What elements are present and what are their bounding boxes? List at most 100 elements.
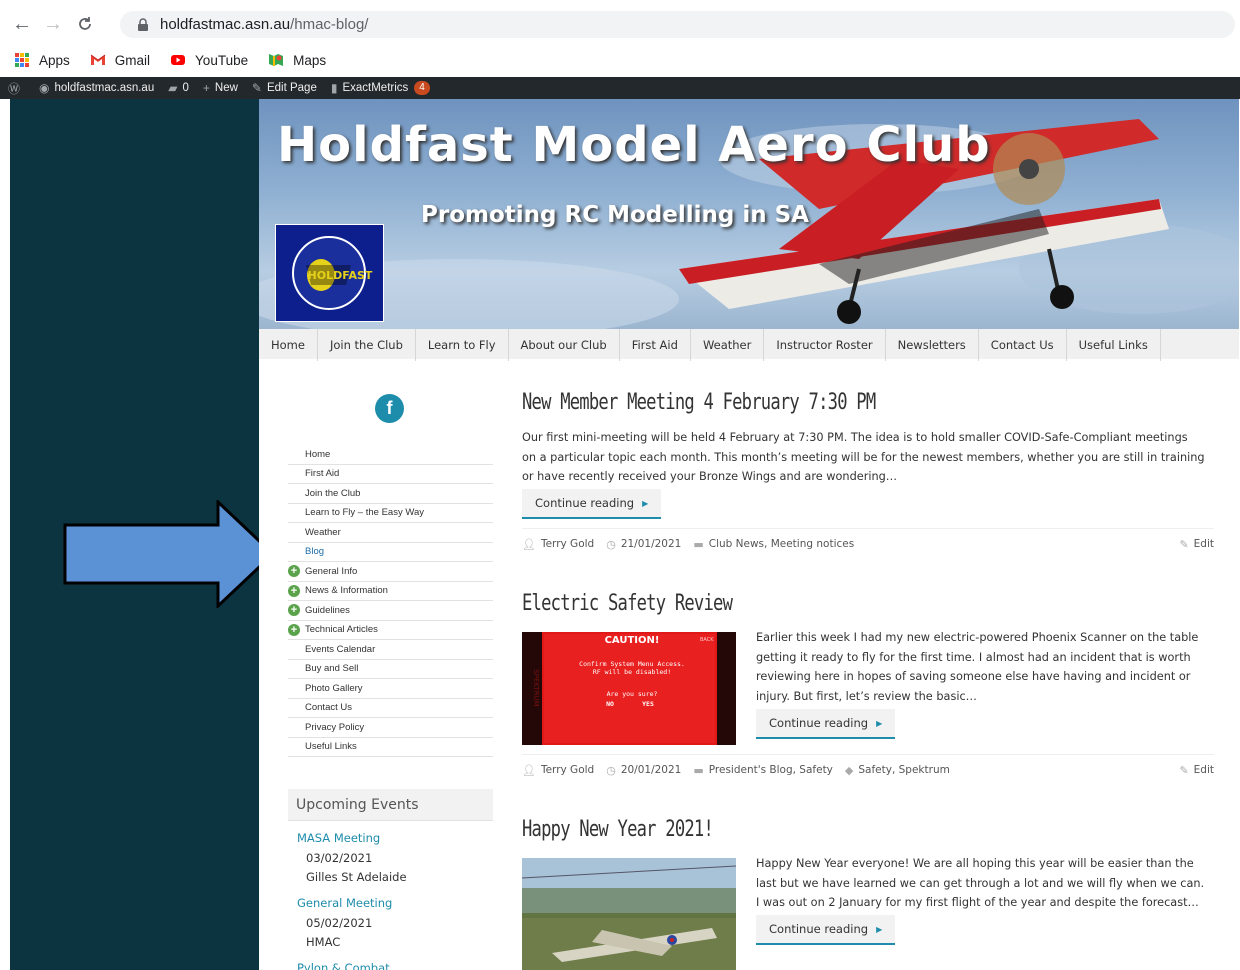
button-label: Continue reading xyxy=(769,922,869,936)
sidebar-item-useful-links[interactable]: Useful Links xyxy=(288,738,493,757)
button-label: Continue reading xyxy=(769,716,869,730)
excerpt-line: on a particular topic each month. This m… xyxy=(522,450,1205,464)
sidebar-item-events-calendar[interactable]: Events Calendar xyxy=(288,640,493,660)
sidebar-item-general-info[interactable]: + General Info xyxy=(288,562,493,582)
folder-icon: ▬ xyxy=(693,763,704,777)
bookmark-label: Apps xyxy=(39,52,70,68)
sidebar-item-label: Photo Gallery xyxy=(305,682,363,694)
gmail-icon xyxy=(90,54,106,65)
nav-item-instructor-roster[interactable]: Instructor Roster xyxy=(764,329,886,361)
back-text: BACK xyxy=(700,637,714,643)
sidebar-item-join-the-club[interactable]: Join the Club xyxy=(288,484,493,504)
post-categories[interactable]: ▬ President's Blog, Safety xyxy=(693,764,833,777)
post-title[interactable]: New Member Meeting 4 February 7:30 PM xyxy=(522,390,876,415)
sidebar-item-news-information[interactable]: + News & Information xyxy=(288,582,493,601)
event-item: Pylon & Combat xyxy=(297,959,390,970)
post-date[interactable]: ◷ 20/01/2021 xyxy=(606,764,681,777)
confirm-text: Confirm System Menu Access. xyxy=(579,660,685,668)
nav-item-weather[interactable]: Weather xyxy=(691,329,765,361)
folder-icon: ▬ xyxy=(693,537,704,551)
sidebar-item-weather[interactable]: Weather xyxy=(288,523,493,543)
sidebar-item-guidelines[interactable]: + Guidelines xyxy=(288,601,493,621)
facebook-icon[interactable]: f xyxy=(375,394,404,423)
author-name: Terry Gold xyxy=(540,764,595,776)
nav-item-useful-links[interactable]: Useful Links xyxy=(1067,329,1161,361)
reload-icon[interactable] xyxy=(71,10,99,38)
site-header: Holdfast Model Aero Club Promoting RC Mo… xyxy=(259,99,1239,330)
pencil-icon: ✎ xyxy=(251,81,262,95)
nav-item-first-aid[interactable]: First Aid xyxy=(620,329,691,361)
admin-comments[interactable]: ▰ 0 xyxy=(168,81,189,95)
site-title[interactable]: Holdfast Model Aero Club xyxy=(277,117,991,173)
bookmark-maps[interactable]: Maps xyxy=(268,52,326,68)
post-meta: 👤︎ Terry Gold ◷ 21/01/2021 ▬ Club News, Mee… xyxy=(522,537,1214,551)
date-text: 21/01/2021 xyxy=(620,538,682,550)
nav-item-newsletters[interactable]: Newsletters xyxy=(886,329,979,361)
post-thumbnail[interactable]: CAUTION! BACK Confirm System Menu Access… xyxy=(522,632,736,745)
continue-reading-button[interactable]: Continue reading ▶ xyxy=(756,915,896,945)
browser-toolbar: ← → holdfastmac.asn.au/hmac-blog/ xyxy=(0,0,1240,48)
wp-admin-bar: Ⓦ ◉ holdfastmac.asn.au ▰ 0 + New ✎ Edit Page… xyxy=(0,77,1240,99)
continue-reading-button[interactable]: Continue reading ▶ xyxy=(522,489,662,519)
sidebar-item-privacy-policy[interactable]: Privacy Policy xyxy=(288,718,493,738)
bookmark-youtube[interactable]: YouTube xyxy=(170,52,248,68)
url-path: /hmac-blog/ xyxy=(290,16,369,33)
sidebar-item-technical-articles[interactable]: + Technical Articles xyxy=(288,621,493,640)
admin-site-link[interactable]: ◉ holdfastmac.asn.au xyxy=(39,81,154,95)
sidebar-item-photo-gallery[interactable]: Photo Gallery xyxy=(288,679,493,699)
sidebar-item-learn-to-fly-the-easy-way[interactable]: Learn to Fly – the Easy Way xyxy=(288,504,493,523)
event-title[interactable]: Pylon & Combat xyxy=(297,959,390,970)
sidebar-item-blog[interactable]: Blog xyxy=(288,543,493,562)
nav-item-home[interactable]: Home xyxy=(259,329,318,361)
clock-icon: ◷ xyxy=(606,763,616,777)
nav-item-contact-us[interactable]: Contact Us xyxy=(979,329,1067,361)
pencil-icon: ✎ xyxy=(1179,763,1189,777)
post-tags[interactable]: ◆ Safety, Spektrum xyxy=(845,764,950,777)
sidebar-item-label: General Info xyxy=(305,565,358,577)
post-categories[interactable]: ▬ Club News, Meeting notices xyxy=(693,538,854,551)
sidebar-item-label: Home xyxy=(305,448,331,460)
bookmark-apps[interactable]: Apps xyxy=(14,52,70,68)
sidebar-item-label: Join the Club xyxy=(305,487,361,499)
sidebar-item-first-aid[interactable]: First Aid xyxy=(288,465,493,484)
sidebar-item-home[interactable]: Home xyxy=(288,445,493,465)
admin-edit-page[interactable]: ✎ Edit Page xyxy=(252,81,317,95)
admin-site-name: holdfastmac.asn.au xyxy=(54,82,155,94)
continue-reading-button[interactable]: Continue reading ▶ xyxy=(756,709,896,739)
arrow-right-icon[interactable]: → xyxy=(39,10,67,38)
sidebar-item-label: News & Information xyxy=(305,585,388,597)
arrow-left-icon[interactable]: ← xyxy=(8,10,36,38)
post-title[interactable]: Electric Safety Review xyxy=(522,591,733,616)
nav-item-join-the-club[interactable]: Join the Club xyxy=(318,329,416,361)
post-thumbnail[interactable] xyxy=(522,858,736,970)
bookmark-gmail[interactable]: Gmail xyxy=(90,52,150,68)
expand-plus-icon[interactable]: + xyxy=(288,565,300,578)
sidebar-item-label: Guidelines xyxy=(305,604,350,616)
club-logo[interactable]: HOLDFAST xyxy=(275,224,384,322)
expand-plus-icon[interactable]: + xyxy=(288,604,300,617)
excerpt-line: last but we have learned we can get thro… xyxy=(756,876,1205,890)
edit-link[interactable]: ✎ Edit xyxy=(1179,764,1214,777)
admin-exactmetrics-label: ExactMetrics xyxy=(342,82,409,94)
pointer-arrow-icon xyxy=(63,500,275,608)
address-bar[interactable]: holdfastmac.asn.au/hmac-blog/ xyxy=(120,11,1235,38)
wordpress-logo[interactable]: Ⓦ xyxy=(8,80,25,97)
expand-plus-icon[interactable]: + xyxy=(288,623,300,636)
post-title[interactable]: Happy New Year 2021! xyxy=(522,817,714,842)
edit-link[interactable]: ✎ Edit xyxy=(1179,538,1214,551)
sidebar-item-buy-and-sell[interactable]: Buy and Sell xyxy=(288,660,493,679)
wordpress-icon: Ⓦ xyxy=(8,81,21,96)
sidebar-item-contact-us[interactable]: Contact Us xyxy=(288,699,493,718)
event-title[interactable]: MASA Meeting xyxy=(297,829,407,849)
pencil-icon: ✎ xyxy=(1179,537,1189,551)
post-author[interactable]: 👤︎ Terry Gold xyxy=(522,764,594,777)
admin-new[interactable]: + New xyxy=(203,81,238,95)
post-date[interactable]: ◷ 21/01/2021 xyxy=(606,538,681,551)
admin-exactmetrics[interactable]: ▮ ExactMetrics 4 xyxy=(331,81,430,95)
caret-right-icon: ▶ xyxy=(876,924,883,934)
event-title[interactable]: General Meeting xyxy=(297,894,392,914)
nav-item-about-our-club[interactable]: About our Club xyxy=(509,329,620,361)
post-author[interactable]: 👤︎ Terry Gold xyxy=(522,538,594,551)
nav-item-learn-to-fly[interactable]: Learn to Fly xyxy=(416,329,509,361)
expand-plus-icon[interactable]: + xyxy=(288,584,300,597)
